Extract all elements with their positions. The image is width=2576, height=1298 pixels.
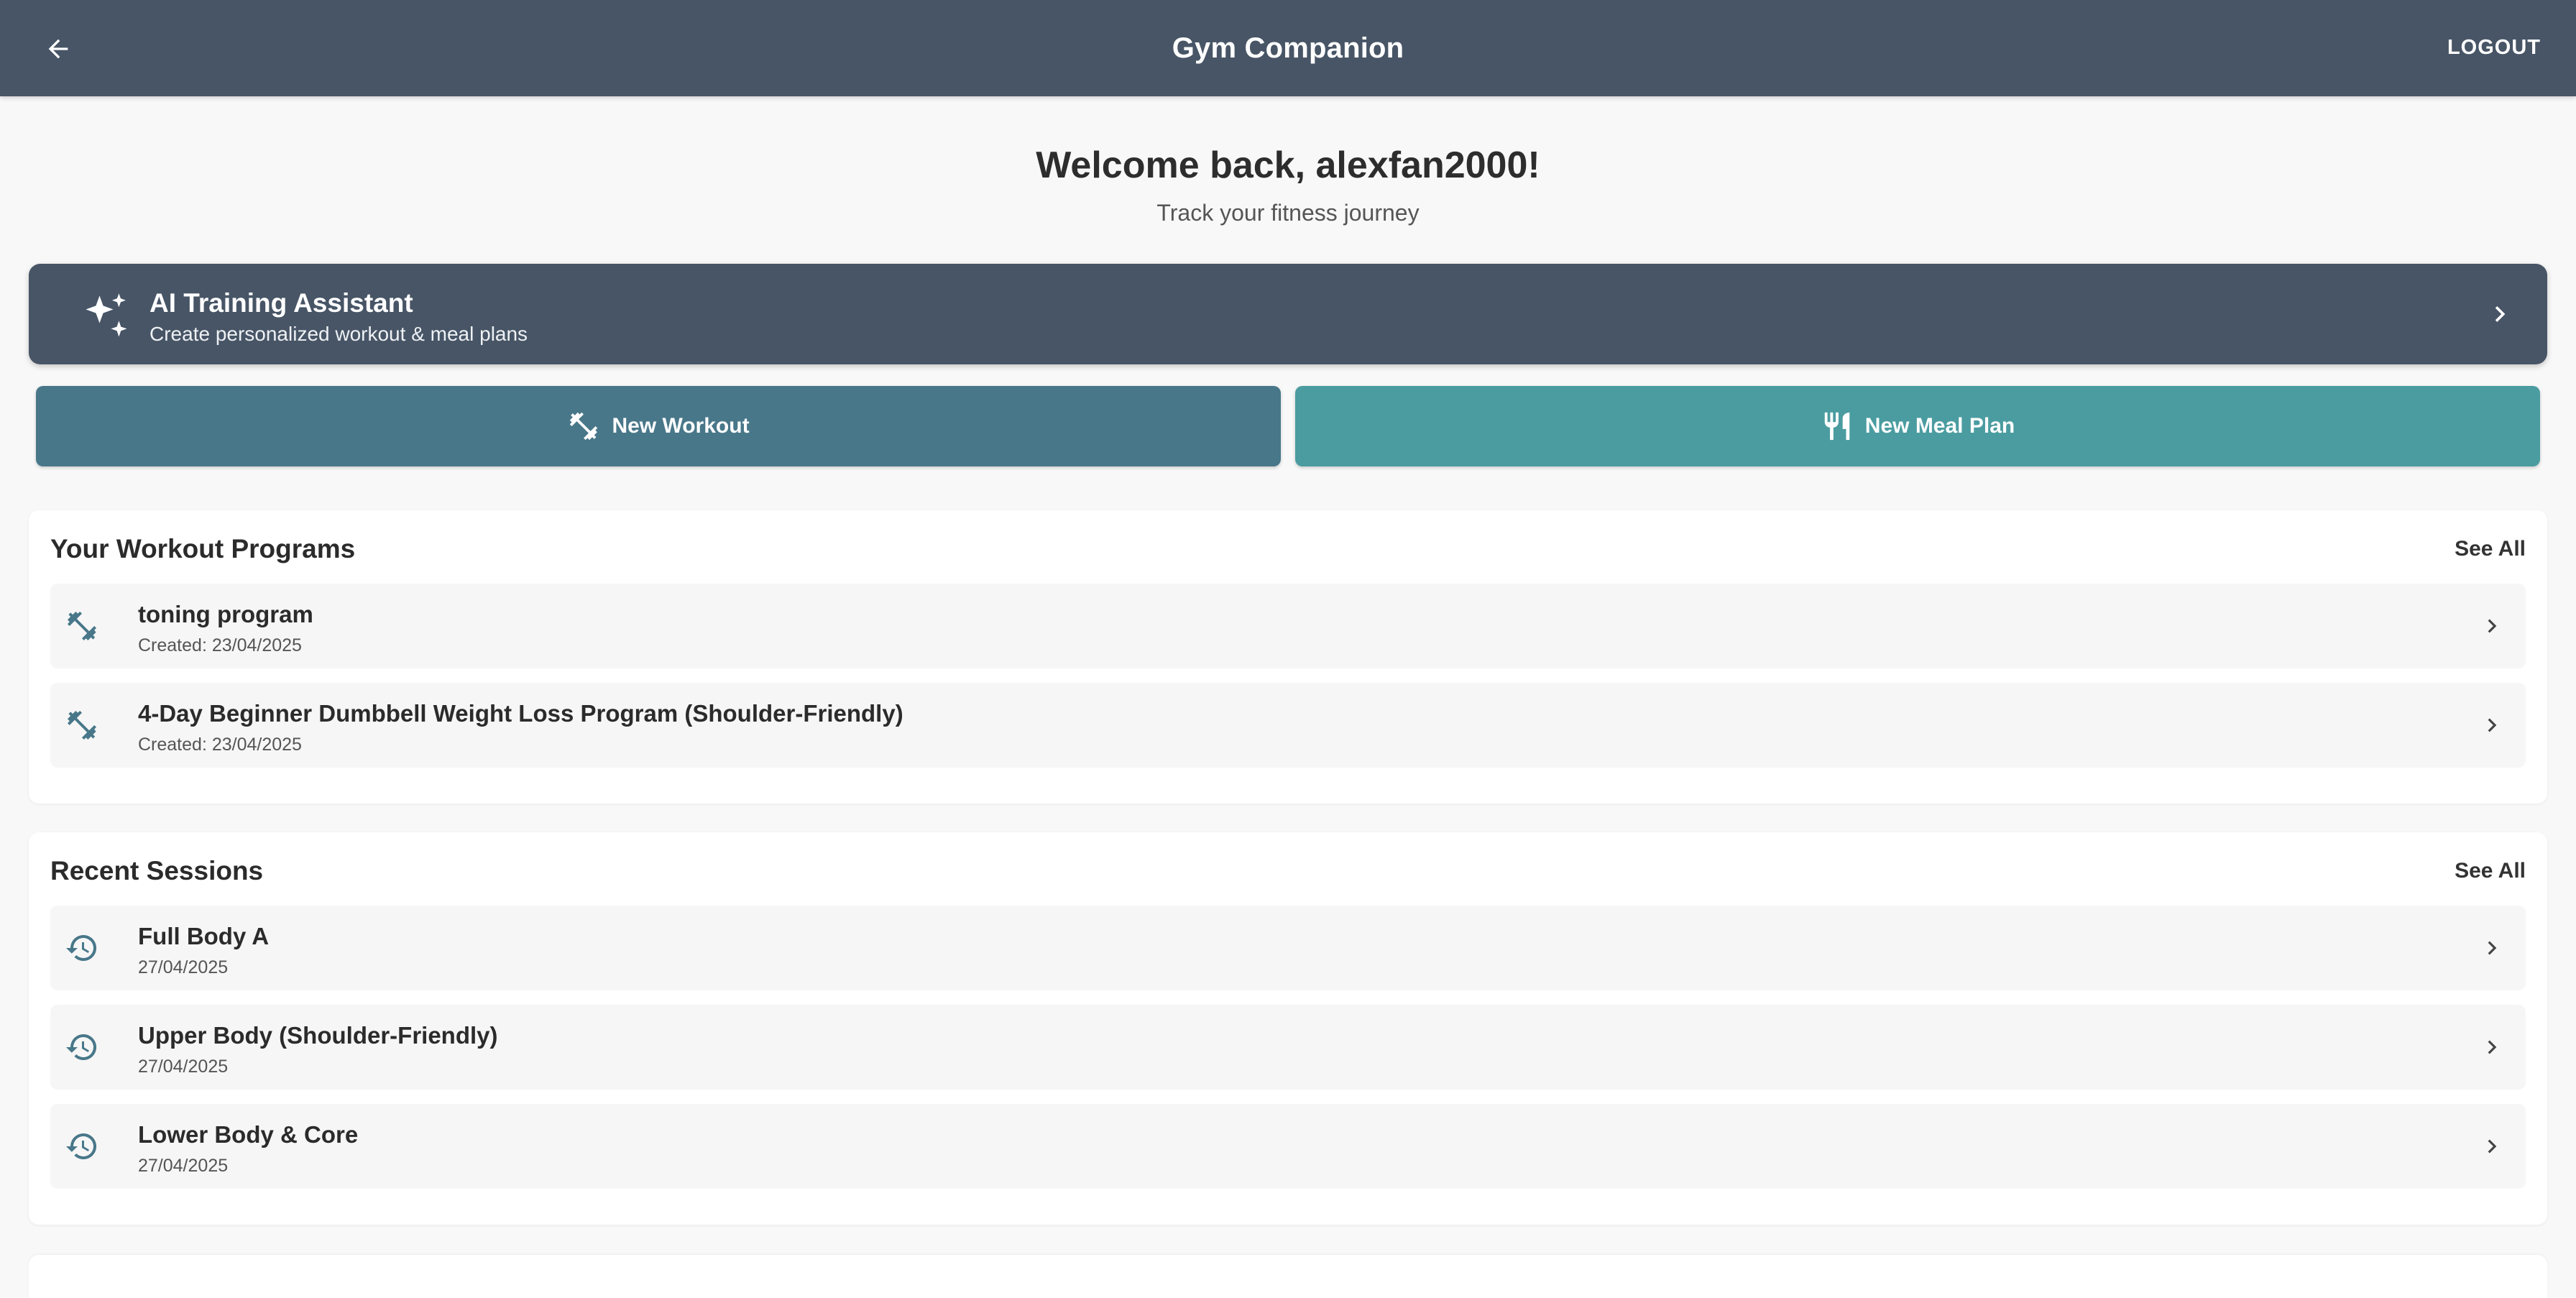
recent-sessions-card: Recent Sessions See All Full Body A 27/0… (29, 832, 2547, 1225)
ai-banner-subtitle: Create personalized workout & meal plans (150, 323, 528, 345)
ai-banner-title: AI Training Assistant (150, 288, 413, 318)
session-date: 27/04/2025 (138, 1156, 229, 1176)
chevron-right-icon (2478, 934, 2506, 962)
history-icon (65, 931, 99, 965)
workout-programs-card: Your Workout Programs See All toning pro… (29, 510, 2547, 804)
session-name: Full Body A (138, 923, 270, 949)
app-bar: Gym Companion LOGOUT (0, 0, 2576, 96)
sparkles-icon (79, 289, 134, 344)
new-workout-button[interactable]: New Workout (36, 386, 1281, 466)
dumbbell-icon (65, 609, 99, 643)
ai-assistant-banner[interactable]: AI Training Assistant Create personalize… (29, 264, 2547, 364)
program-created-date: Created: 23/04/2025 (138, 735, 302, 755)
history-icon (65, 1030, 99, 1064)
chevron-right-icon (2478, 1034, 2506, 1061)
back-arrow-icon[interactable] (42, 32, 75, 65)
restaurant-icon (1821, 410, 1854, 443)
welcome-section: Welcome back, alexfan2000! Track your fi… (0, 144, 2576, 226)
dumbbell-icon (567, 410, 600, 443)
welcome-heading: Welcome back, alexfan2000! (1036, 144, 1540, 186)
chevron-right-icon (2484, 298, 2516, 330)
session-date: 27/04/2025 (138, 957, 229, 977)
session-name: Lower Body & Core (138, 1121, 359, 1148)
welcome-subheading: Track your fitness journey (1156, 200, 1420, 226)
workout-programs-heading: Your Workout Programs (50, 534, 356, 563)
logout-button[interactable]: LOGOUT (2447, 36, 2541, 60)
history-icon (65, 1129, 99, 1164)
program-name: toning program (138, 601, 313, 627)
program-name: 4-Day Beginner Dumbbell Weight Loss Prog… (138, 700, 903, 727)
session-item[interactable]: Full Body A 27/04/2025 (50, 906, 2526, 990)
program-item[interactable]: toning program Created: 23/04/2025 (50, 584, 2526, 668)
next-card-partial (29, 1255, 2547, 1298)
program-created-date: Created: 23/04/2025 (138, 635, 302, 655)
dumbbell-icon (65, 708, 99, 742)
app-title: Gym Companion (1172, 32, 1404, 64)
chevron-right-icon (2478, 712, 2506, 739)
session-item[interactable]: Lower Body & Core 27/04/2025 (50, 1104, 2526, 1189)
see-all-programs-link[interactable]: See All (2455, 537, 2526, 561)
new-meal-plan-button[interactable]: New Meal Plan (1295, 386, 2540, 466)
chevron-right-icon (2478, 1133, 2506, 1160)
session-name: Upper Body (Shoulder-Friendly) (138, 1022, 498, 1049)
session-date: 27/04/2025 (138, 1057, 229, 1077)
session-item[interactable]: Upper Body (Shoulder-Friendly) 27/04/202… (50, 1005, 2526, 1090)
program-item[interactable]: 4-Day Beginner Dumbbell Weight Loss Prog… (50, 683, 2526, 768)
see-all-sessions-link[interactable]: See All (2455, 859, 2526, 883)
recent-sessions-heading: Recent Sessions (50, 856, 264, 885)
new-workout-label: New Workout (612, 414, 750, 438)
new-meal-plan-label: New Meal Plan (1864, 414, 2015, 438)
chevron-right-icon (2478, 612, 2506, 640)
